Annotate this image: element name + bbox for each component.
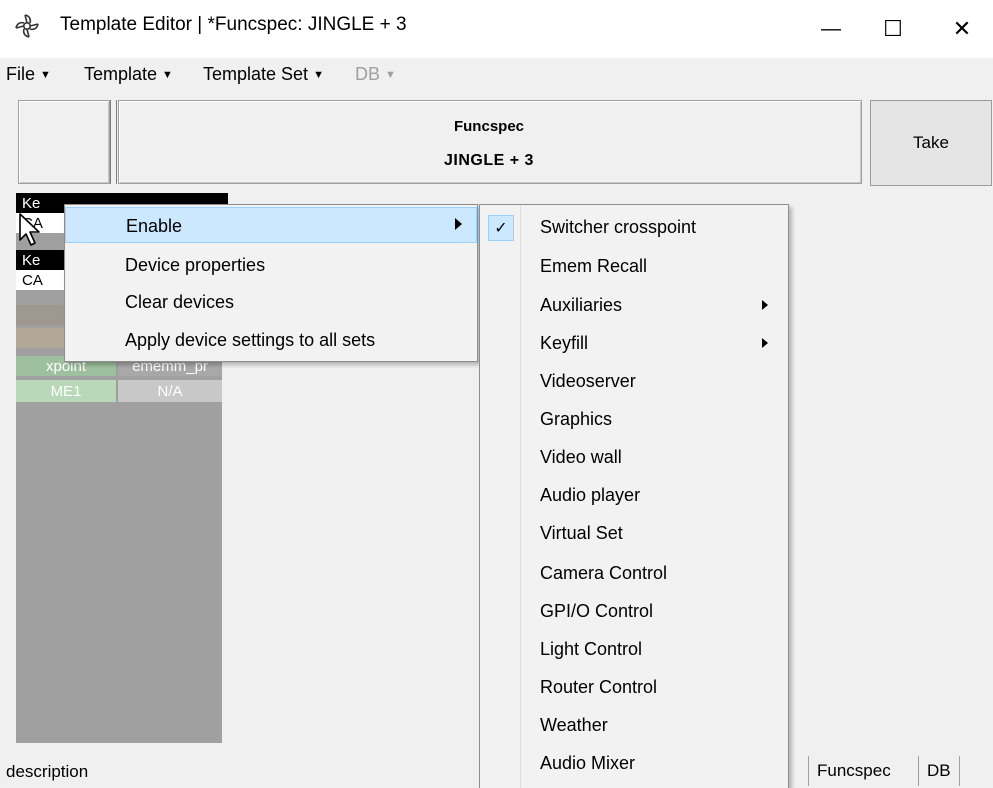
- submenu-item-label: Camera Control: [540, 563, 668, 583]
- menu-template[interactable]: Template ▼: [84, 64, 173, 85]
- menu-db[interactable]: DB ▼: [355, 64, 396, 85]
- submenu-item-label: Router Control: [540, 677, 658, 697]
- status-segment-funcspec: Funcspec: [808, 756, 899, 786]
- minimize-icon: —: [821, 17, 841, 40]
- maximize-icon: ☐: [883, 16, 903, 41]
- context-menu: Enable Device properties Clear devices A…: [64, 204, 478, 362]
- submenu-item-label: Videoserver: [540, 371, 636, 391]
- app-pinwheel-icon: [15, 14, 39, 38]
- submenu-item-label: GPI/O Control: [540, 601, 654, 621]
- submenu-item-label: Weather: [540, 715, 608, 735]
- window-title: Template Editor | *Funcspec: JINGLE + 3: [60, 14, 407, 35]
- menu-item-device-properties[interactable]: Device properties: [65, 247, 477, 283]
- submenu-arrow-icon: [762, 338, 768, 348]
- chevron-down-icon: ▼: [385, 69, 396, 81]
- menu-db-label: DB: [355, 64, 381, 84]
- header-main-box: [118, 100, 862, 184]
- submenu-item-videoserver[interactable]: Videoserver: [480, 363, 788, 400]
- chevron-down-icon: ▼: [313, 69, 324, 81]
- menu-file[interactable]: File ▼: [6, 64, 51, 85]
- submenu-item-label: Switcher crosspoint: [540, 217, 697, 237]
- close-button[interactable]: ✕: [931, 0, 993, 58]
- grid-cell[interactable]: N/A: [118, 380, 222, 402]
- submenu-item-label: Keyfill: [540, 333, 589, 353]
- take-button[interactable]: Take: [870, 100, 992, 186]
- enable-submenu: ✓ Switcher crosspoint Emem Recall Auxili…: [479, 204, 789, 788]
- menu-template-set[interactable]: Template Set ▼: [203, 64, 324, 85]
- submenu-item-label: Graphics: [540, 409, 613, 429]
- submenu-item-camera-control[interactable]: Camera Control: [480, 555, 788, 592]
- mouse-cursor-icon: [19, 213, 40, 246]
- header-template-name: JINGLE + 3: [444, 152, 534, 169]
- status-description: description: [6, 762, 89, 781]
- close-icon: ✕: [952, 16, 972, 41]
- menu-item-apply-device-settings[interactable]: Apply device settings to all sets: [65, 322, 477, 358]
- submenu-item-switcher-crosspoint[interactable]: ✓ Switcher crosspoint: [480, 209, 788, 246]
- submenu-item-label: Emem Recall: [540, 256, 648, 276]
- submenu-item-auxiliaries[interactable]: Auxiliaries: [480, 287, 788, 324]
- submenu-item-label: Audio player: [540, 485, 641, 505]
- submenu-arrow-icon: [762, 300, 768, 310]
- chevron-down-icon: ▼: [40, 69, 51, 81]
- chevron-down-icon: ▼: [162, 69, 173, 81]
- menu-item-enable[interactable]: Enable: [65, 207, 477, 243]
- menu-item-label: Clear devices: [125, 292, 235, 312]
- checkmark-icon: ✓: [488, 215, 514, 241]
- submenu-item-audio-mixer[interactable]: Audio Mixer: [480, 745, 788, 782]
- menu-item-clear-devices[interactable]: Clear devices: [65, 284, 477, 320]
- grid-cell[interactable]: ME1: [16, 380, 116, 402]
- menu-item-label: Apply device settings to all sets: [125, 330, 376, 350]
- menu-template-set-label: Template Set: [203, 64, 309, 84]
- submenu-item-keyfill[interactable]: Keyfill: [480, 325, 788, 362]
- submenu-item-label: Light Control: [540, 639, 643, 659]
- maximize-button[interactable]: ☐: [862, 0, 924, 58]
- submenu-item-gpio-control[interactable]: GPI/O Control: [480, 593, 788, 630]
- menu-template-label: Template: [84, 64, 158, 84]
- submenu-item-weather[interactable]: Weather: [480, 707, 788, 744]
- submenu-item-virtual-set[interactable]: Virtual Set: [480, 515, 788, 552]
- menu-file-label: File: [6, 64, 36, 84]
- submenu-item-graphics[interactable]: Graphics: [480, 401, 788, 438]
- submenu-item-label: Audio Mixer: [540, 753, 636, 773]
- submenu-item-light-control[interactable]: Light Control: [480, 631, 788, 668]
- status-segment-db: DB: [918, 756, 960, 786]
- header-left-box: [18, 100, 110, 184]
- submenu-item-label: Video wall: [540, 447, 622, 467]
- submenu-item-router-control[interactable]: Router Control: [480, 669, 788, 706]
- menu-item-label: Device properties: [125, 255, 266, 275]
- header-type-label: Funcspec: [453, 118, 525, 135]
- submenu-item-audio-player[interactable]: Audio player: [480, 477, 788, 514]
- menu-item-label: Enable: [126, 216, 183, 236]
- submenu-item-label: Auxiliaries: [540, 295, 623, 315]
- submenu-item-label: Virtual Set: [540, 523, 623, 543]
- submenu-item-emem-recall[interactable]: Emem Recall: [480, 248, 788, 285]
- submenu-item-video-wall[interactable]: Video wall: [480, 439, 788, 476]
- submenu-arrow-icon: [455, 218, 462, 230]
- minimize-button[interactable]: —: [800, 0, 862, 58]
- splitter[interactable]: [110, 100, 117, 184]
